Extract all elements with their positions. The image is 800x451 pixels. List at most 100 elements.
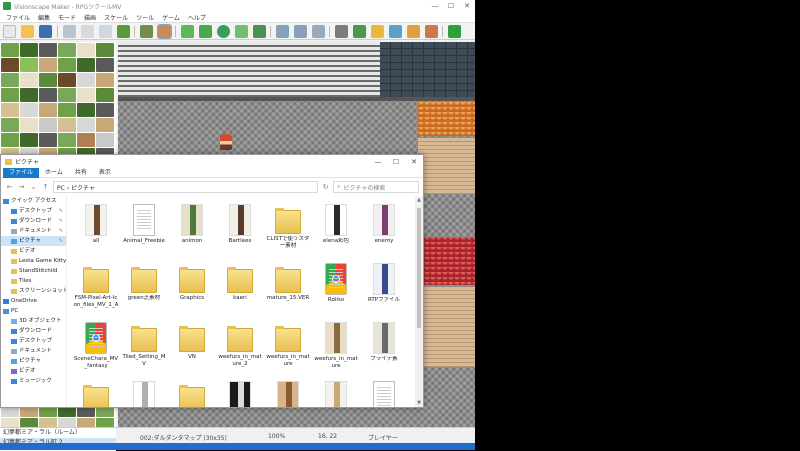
tab-file[interactable]: ファイル: [3, 167, 40, 178]
nav-item[interactable]: Lesta Game Kitty: [1, 256, 66, 266]
sound-test-icon[interactable]: [371, 25, 384, 38]
nav-item[interactable]: ドキュメント: [1, 346, 66, 356]
minimize-button[interactable]: —: [369, 158, 387, 166]
rectangle-icon[interactable]: [199, 25, 212, 38]
tile-swatch[interactable]: [58, 418, 76, 427]
file-item[interactable]: Graphics: [169, 263, 215, 302]
tab-share[interactable]: 共有: [69, 168, 93, 178]
file-item[interactable]: mature_15.VER: [265, 263, 311, 302]
nav-item[interactable]: ビデオ: [1, 366, 66, 376]
maximize-button[interactable]: ☐: [443, 2, 459, 10]
nav-item[interactable]: Tiles: [1, 276, 66, 286]
tile-swatch[interactable]: [39, 73, 57, 87]
tile-swatch[interactable]: [20, 118, 38, 132]
file-item[interactable]: [217, 381, 263, 407]
new-project-icon[interactable]: [3, 25, 16, 38]
file-item[interactable]: [265, 381, 311, 407]
tile-swatch[interactable]: [39, 43, 57, 57]
tile-swatch[interactable]: [96, 418, 114, 427]
nav-item[interactable]: OneDrive: [1, 296, 66, 306]
tile-swatch[interactable]: [39, 118, 57, 132]
tile-swatch[interactable]: [58, 43, 76, 57]
file-list[interactable]: all Animal_Freebie animon Bartlees CLISTで使うス…: [73, 196, 415, 407]
vertical-scrollbar[interactable]: ▲ ▼: [415, 196, 423, 407]
tile-swatch[interactable]: [1, 103, 19, 117]
tile-swatch[interactable]: [39, 418, 57, 427]
menu-draw[interactable]: 描画: [80, 13, 100, 22]
file-item[interactable]: [73, 381, 119, 407]
nav-item[interactable]: ドキュメント ✎: [1, 226, 66, 236]
file-item[interactable]: enemy: [361, 204, 407, 245]
event-search-icon[interactable]: [389, 25, 402, 38]
nav-item[interactable]: ダウンロード ✎: [1, 216, 66, 226]
tile-swatch[interactable]: [39, 58, 57, 72]
tile-swatch[interactable]: [77, 118, 95, 132]
editor-title-bar[interactable]: Visionscape Maker - RPGツクールMV — ☐ ✕: [0, 0, 475, 12]
fill-icon[interactable]: [235, 25, 248, 38]
menu-tools[interactable]: ツール: [132, 13, 158, 22]
tile-swatch[interactable]: [20, 103, 38, 117]
file-item[interactable]: kaeri: [217, 263, 263, 302]
tile-swatch[interactable]: [20, 88, 38, 102]
tile-swatch[interactable]: [58, 73, 76, 87]
tile-swatch[interactable]: [77, 418, 95, 427]
tab-view[interactable]: 表示: [93, 168, 117, 178]
chevron-down-icon[interactable]: ⌄: [29, 183, 38, 191]
tile-swatch[interactable]: [20, 418, 38, 427]
character-generator-icon[interactable]: [425, 25, 438, 38]
scroll-up-arrow-icon[interactable]: ▲: [415, 197, 423, 203]
map-mode-icon[interactable]: [140, 25, 153, 38]
tile-swatch[interactable]: [96, 43, 114, 57]
paste-icon[interactable]: [99, 25, 112, 38]
nav-item[interactable]: スクリーンショット: [1, 286, 66, 296]
close-button[interactable]: ✕: [405, 158, 423, 166]
zoom-out-icon[interactable]: [294, 25, 307, 38]
file-item[interactable]: [313, 381, 359, 407]
maximize-button[interactable]: ☐: [387, 158, 405, 166]
tile-swatch[interactable]: [39, 103, 57, 117]
ellipse-icon[interactable]: [217, 25, 230, 38]
nav-item[interactable]: ダウンロード: [1, 326, 66, 336]
event-mode-icon[interactable]: [157, 24, 172, 39]
file-item[interactable]: [121, 381, 167, 407]
cut-icon[interactable]: [63, 25, 76, 38]
nav-item[interactable]: ビデオ: [1, 246, 66, 256]
nav-item[interactable]: デスクトップ ✎: [1, 206, 66, 216]
search-box[interactable]: ⌕ ピクチャの検索: [333, 181, 419, 193]
tile-swatch[interactable]: [58, 133, 76, 147]
close-button[interactable]: ✕: [459, 2, 475, 10]
tile-swatch[interactable]: [96, 73, 114, 87]
tile-swatch[interactable]: [1, 418, 19, 427]
tile-swatch[interactable]: [77, 133, 95, 147]
tile-swatch[interactable]: [96, 58, 114, 72]
tile-swatch[interactable]: [77, 58, 95, 72]
tile-swatch[interactable]: [77, 103, 95, 117]
nav-item[interactable]: ミュージック: [1, 376, 66, 386]
file-item[interactable]: Rollso: [313, 263, 359, 304]
open-project-icon[interactable]: [21, 25, 34, 38]
tile-swatch[interactable]: [1, 133, 19, 147]
address-bar[interactable]: PC › ピクチャ: [53, 181, 318, 193]
player-character-sprite[interactable]: [220, 134, 232, 150]
up-arrow-icon[interactable]: ↑: [41, 183, 50, 191]
tile-swatch[interactable]: [77, 88, 95, 102]
navigation-pane[interactable]: クイック アクセス デスクトップ ✎ ダウンロード ✎ ドキュメント ✎ ピクチャ ✎ ビデオ Le…: [1, 196, 67, 407]
undo-icon[interactable]: [117, 25, 130, 38]
menu-help[interactable]: ヘルプ: [184, 13, 210, 22]
file-item[interactable]: animon: [169, 204, 215, 245]
explorer-title-bar[interactable]: ピクチャ — ☐ ✕: [1, 155, 423, 168]
menu-game[interactable]: ゲーム: [158, 13, 184, 22]
file-item[interactable]: SceneChara_MV_fantasy: [73, 322, 119, 369]
scroll-down-arrow-icon[interactable]: ▼: [415, 400, 423, 406]
zoom-actual-icon[interactable]: [312, 25, 325, 38]
menu-mode[interactable]: モード: [54, 13, 80, 22]
file-item[interactable]: VN: [169, 322, 215, 361]
file-item[interactable]: Bartlees: [217, 204, 263, 245]
file-item[interactable]: [169, 381, 215, 407]
tile-swatch[interactable]: [1, 118, 19, 132]
map-tree-item[interactable]: 幻夢都ミア・ラル（ルーム）: [0, 428, 116, 438]
tile-swatch[interactable]: [96, 103, 114, 117]
tile-swatch[interactable]: [1, 43, 19, 57]
forward-arrow-icon[interactable]: →: [17, 183, 26, 191]
shadow-pen-icon[interactable]: [253, 25, 266, 38]
